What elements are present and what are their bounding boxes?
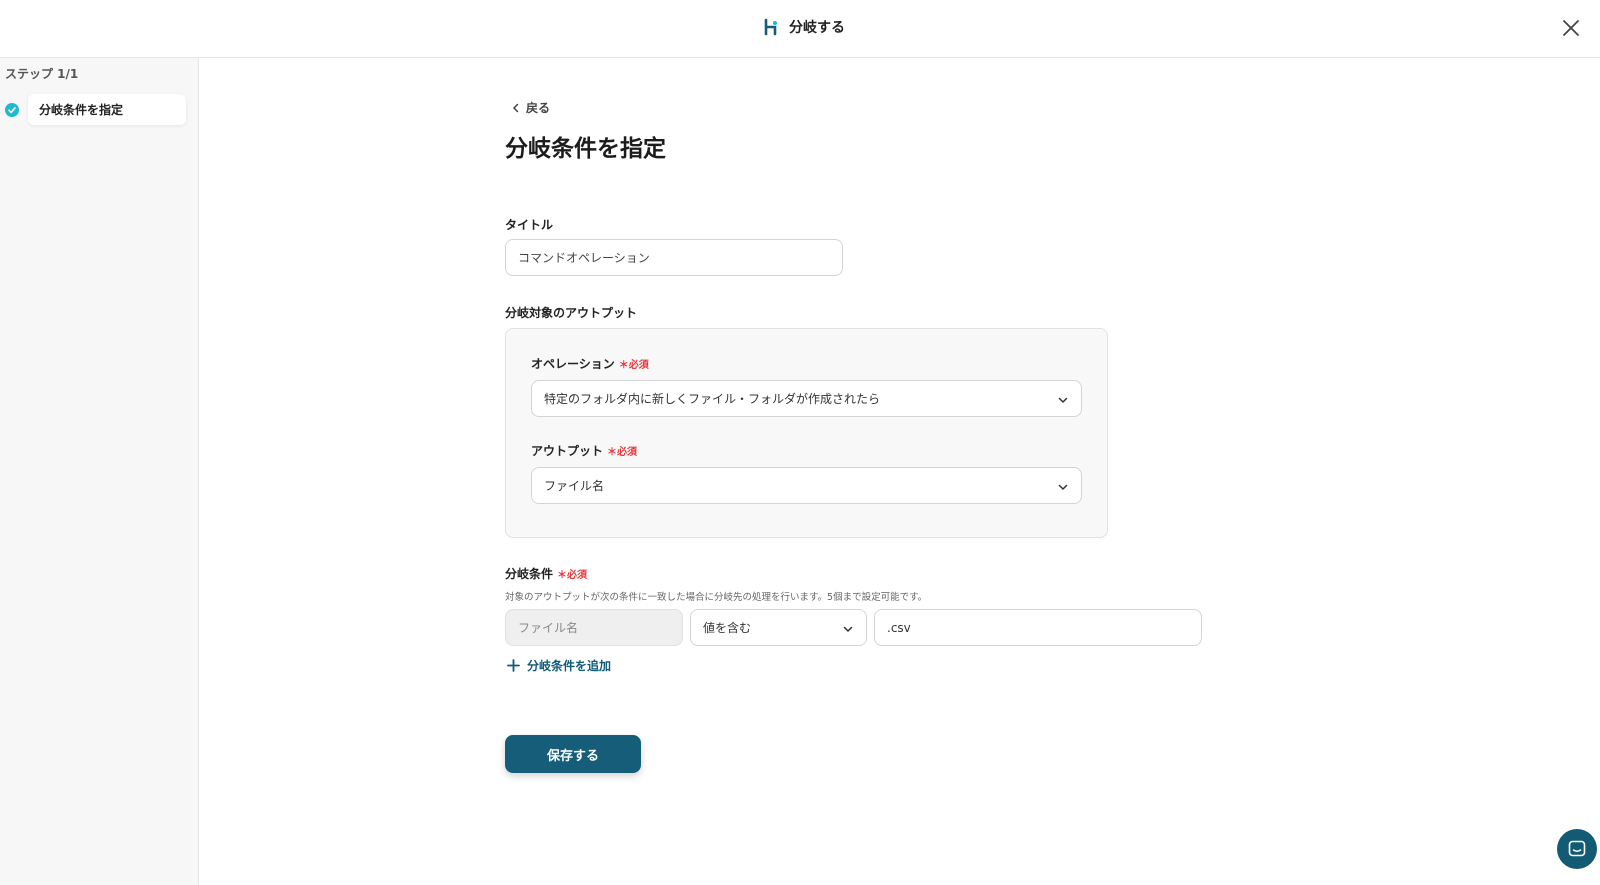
chevron-down-icon <box>1058 484 1068 491</box>
chevron-down-icon <box>1058 397 1068 404</box>
step-card-label: 分岐条件を指定 <box>28 94 186 125</box>
chevron-down-icon <box>843 626 853 633</box>
required-text: 必須 <box>567 570 588 581</box>
check-icon <box>5 102 19 117</box>
operation-select-value: 特定のフォルダ内に新しくファイル・フォルダが作成されたら <box>544 392 881 406</box>
conditions-hint: 対象のアウトプットが次の条件に一致した場合に分岐先の処理を行います。5個まで設定… <box>505 592 928 603</box>
output-panel: オペレーション ＊必須 特定のフォルダ内に新しくファイル・フォルダが作成されたら … <box>505 328 1108 538</box>
add-condition-button[interactable]: 分岐条件を追加 <box>507 657 611 674</box>
add-condition-label: 分岐条件を追加 <box>527 659 612 673</box>
title-input[interactable]: コマンドオペレーション <box>505 239 843 276</box>
plus-icon <box>507 659 520 672</box>
required-badge: ＊必須 <box>557 570 588 581</box>
condition-value-input[interactable]: .csv <box>874 609 1202 646</box>
page-title: 分岐条件を指定 <box>505 136 666 162</box>
header-title: 分岐する <box>789 20 845 36</box>
required-text: 必須 <box>617 447 638 458</box>
required-badge: ＊必須 <box>618 360 649 371</box>
output-select-value: ファイル名 <box>544 479 605 493</box>
operation-label: オペレーション ＊必須 <box>531 355 649 372</box>
condition-operator-value: 値を含む <box>703 621 752 635</box>
step-sidebar: ステップ 1/1 分岐条件を指定 <box>0 58 199 885</box>
conditions-label-text: 分岐条件 <box>505 567 554 581</box>
close-icon[interactable] <box>1558 15 1584 41</box>
operation-select[interactable]: 特定のフォルダ内に新しくファイル・フォルダが作成されたら <box>531 380 1082 417</box>
branch-icon <box>764 18 777 36</box>
output-select[interactable]: ファイル名 <box>531 467 1082 504</box>
output-section-label: 分岐対象のアウトプット <box>505 306 638 320</box>
save-button[interactable]: 保存する <box>505 735 641 773</box>
step-counter: ステップ 1/1 <box>5 67 79 81</box>
header-title-group: 分岐する <box>762 15 845 39</box>
condition-operator-select[interactable]: 値を含む <box>690 609 867 646</box>
required-text: 必須 <box>628 360 649 371</box>
output-label: アウトプット ＊必須 <box>531 442 637 459</box>
chevron-left-icon <box>512 103 519 112</box>
title-field-label: タイトル <box>505 218 554 232</box>
sidebar-step-item[interactable]: 分岐条件を指定 <box>5 94 186 125</box>
top-header: 分岐する <box>0 0 1600 58</box>
back-label: 戻る <box>526 101 551 115</box>
condition-field-input: ファイル名 <box>505 609 683 646</box>
chat-widget-button[interactable] <box>1557 829 1597 869</box>
conditions-label: 分岐条件 ＊必須 <box>505 565 587 582</box>
output-label-text: アウトプット <box>531 444 604 458</box>
operation-label-text: オペレーション <box>531 357 615 371</box>
chat-icon <box>1568 840 1586 857</box>
back-link[interactable]: 戻る <box>511 99 550 116</box>
required-badge: ＊必須 <box>607 447 638 458</box>
